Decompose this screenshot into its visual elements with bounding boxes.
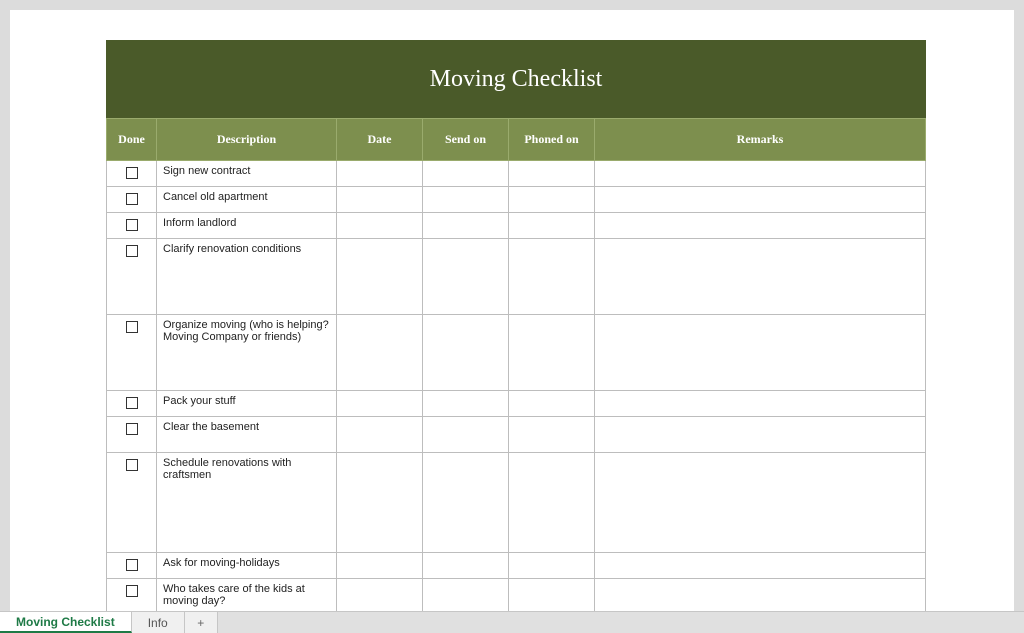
- done-cell[interactable]: [107, 213, 157, 239]
- document-sheet: Moving Checklist Done Description Date S…: [106, 40, 926, 611]
- send-on-cell[interactable]: [423, 315, 509, 391]
- description-cell[interactable]: Pack your stuff: [157, 391, 337, 417]
- done-cell[interactable]: [107, 161, 157, 187]
- phoned-on-cell[interactable]: [509, 187, 595, 213]
- description-cell[interactable]: Clear the basement: [157, 417, 337, 453]
- document-title: Moving Checklist: [430, 66, 603, 93]
- checkbox-icon[interactable]: [126, 167, 138, 179]
- remarks-cell[interactable]: [595, 453, 926, 553]
- phoned-on-cell[interactable]: [509, 239, 595, 315]
- checkbox-icon[interactable]: [126, 459, 138, 471]
- remarks-cell[interactable]: [595, 161, 926, 187]
- description-cell[interactable]: Who takes care of the kids at moving day…: [157, 579, 337, 612]
- phoned-on-cell[interactable]: [509, 213, 595, 239]
- title-band: Moving Checklist: [106, 40, 926, 118]
- phoned-on-cell[interactable]: [509, 417, 595, 453]
- date-cell[interactable]: [337, 391, 423, 417]
- checkbox-icon[interactable]: [126, 193, 138, 205]
- sheet-tab-strip: Moving Checklist Info +: [0, 611, 1024, 633]
- send-on-cell[interactable]: [423, 417, 509, 453]
- add-sheet-button[interactable]: +: [185, 612, 218, 633]
- remarks-cell[interactable]: [595, 315, 926, 391]
- col-header-remarks: Remarks: [595, 119, 926, 161]
- send-on-cell[interactable]: [423, 553, 509, 579]
- checkbox-icon[interactable]: [126, 585, 138, 597]
- description-cell[interactable]: Organize moving (who is helping? Moving …: [157, 315, 337, 391]
- app-window: Moving Checklist Done Description Date S…: [0, 0, 1024, 633]
- checkbox-icon[interactable]: [126, 321, 138, 333]
- description-cell[interactable]: Schedule renovations with craftsmen: [157, 453, 337, 553]
- table-row: Cancel old apartment: [107, 187, 926, 213]
- date-cell[interactable]: [337, 187, 423, 213]
- phoned-on-cell[interactable]: [509, 579, 595, 612]
- checkbox-icon[interactable]: [126, 559, 138, 571]
- table-row: Schedule renovations with craftsmen: [107, 453, 926, 553]
- send-on-cell[interactable]: [423, 391, 509, 417]
- page-area: Moving Checklist Done Description Date S…: [10, 10, 1014, 611]
- col-header-description: Description: [157, 119, 337, 161]
- table-row: Who takes care of the kids at moving day…: [107, 579, 926, 612]
- checkbox-icon[interactable]: [126, 397, 138, 409]
- phoned-on-cell[interactable]: [509, 391, 595, 417]
- table-row: Sign new contract: [107, 161, 926, 187]
- sheet-tab-info[interactable]: Info: [132, 612, 185, 633]
- col-header-phoned-on: Phoned on: [509, 119, 595, 161]
- send-on-cell[interactable]: [423, 453, 509, 553]
- col-header-date: Date: [337, 119, 423, 161]
- col-header-done: Done: [107, 119, 157, 161]
- description-cell[interactable]: Ask for moving-holidays: [157, 553, 337, 579]
- remarks-cell[interactable]: [595, 553, 926, 579]
- phoned-on-cell[interactable]: [509, 553, 595, 579]
- phoned-on-cell[interactable]: [509, 453, 595, 553]
- remarks-cell[interactable]: [595, 579, 926, 612]
- remarks-cell[interactable]: [595, 391, 926, 417]
- date-cell[interactable]: [337, 553, 423, 579]
- remarks-cell[interactable]: [595, 213, 926, 239]
- table-row: Clarify renovation conditions: [107, 239, 926, 315]
- table-row: Ask for moving-holidays: [107, 553, 926, 579]
- send-on-cell[interactable]: [423, 579, 509, 612]
- done-cell[interactable]: [107, 453, 157, 553]
- sheet-tab-moving-checklist[interactable]: Moving Checklist: [0, 612, 132, 633]
- done-cell[interactable]: [107, 187, 157, 213]
- description-cell[interactable]: Inform landlord: [157, 213, 337, 239]
- checkbox-icon[interactable]: [126, 219, 138, 231]
- phoned-on-cell[interactable]: [509, 315, 595, 391]
- table-row: Inform landlord: [107, 213, 926, 239]
- remarks-cell[interactable]: [595, 239, 926, 315]
- date-cell[interactable]: [337, 315, 423, 391]
- checkbox-icon[interactable]: [126, 245, 138, 257]
- send-on-cell[interactable]: [423, 187, 509, 213]
- checklist-table: Done Description Date Send on Phoned on …: [106, 118, 926, 611]
- date-cell[interactable]: [337, 579, 423, 612]
- header-row: Done Description Date Send on Phoned on …: [107, 119, 926, 161]
- remarks-cell[interactable]: [595, 187, 926, 213]
- date-cell[interactable]: [337, 417, 423, 453]
- done-cell[interactable]: [107, 315, 157, 391]
- col-header-send-on: Send on: [423, 119, 509, 161]
- done-cell[interactable]: [107, 391, 157, 417]
- table-row: Organize moving (who is helping? Moving …: [107, 315, 926, 391]
- send-on-cell[interactable]: [423, 239, 509, 315]
- checkbox-icon[interactable]: [126, 423, 138, 435]
- description-cell[interactable]: Cancel old apartment: [157, 187, 337, 213]
- table-row: Pack your stuff: [107, 391, 926, 417]
- done-cell[interactable]: [107, 579, 157, 612]
- done-cell[interactable]: [107, 417, 157, 453]
- send-on-cell[interactable]: [423, 161, 509, 187]
- table-row: Clear the basement: [107, 417, 926, 453]
- remarks-cell[interactable]: [595, 417, 926, 453]
- done-cell[interactable]: [107, 239, 157, 315]
- date-cell[interactable]: [337, 161, 423, 187]
- description-cell[interactable]: Clarify renovation conditions: [157, 239, 337, 315]
- date-cell[interactable]: [337, 213, 423, 239]
- done-cell[interactable]: [107, 553, 157, 579]
- date-cell[interactable]: [337, 453, 423, 553]
- description-cell[interactable]: Sign new contract: [157, 161, 337, 187]
- send-on-cell[interactable]: [423, 213, 509, 239]
- phoned-on-cell[interactable]: [509, 161, 595, 187]
- date-cell[interactable]: [337, 239, 423, 315]
